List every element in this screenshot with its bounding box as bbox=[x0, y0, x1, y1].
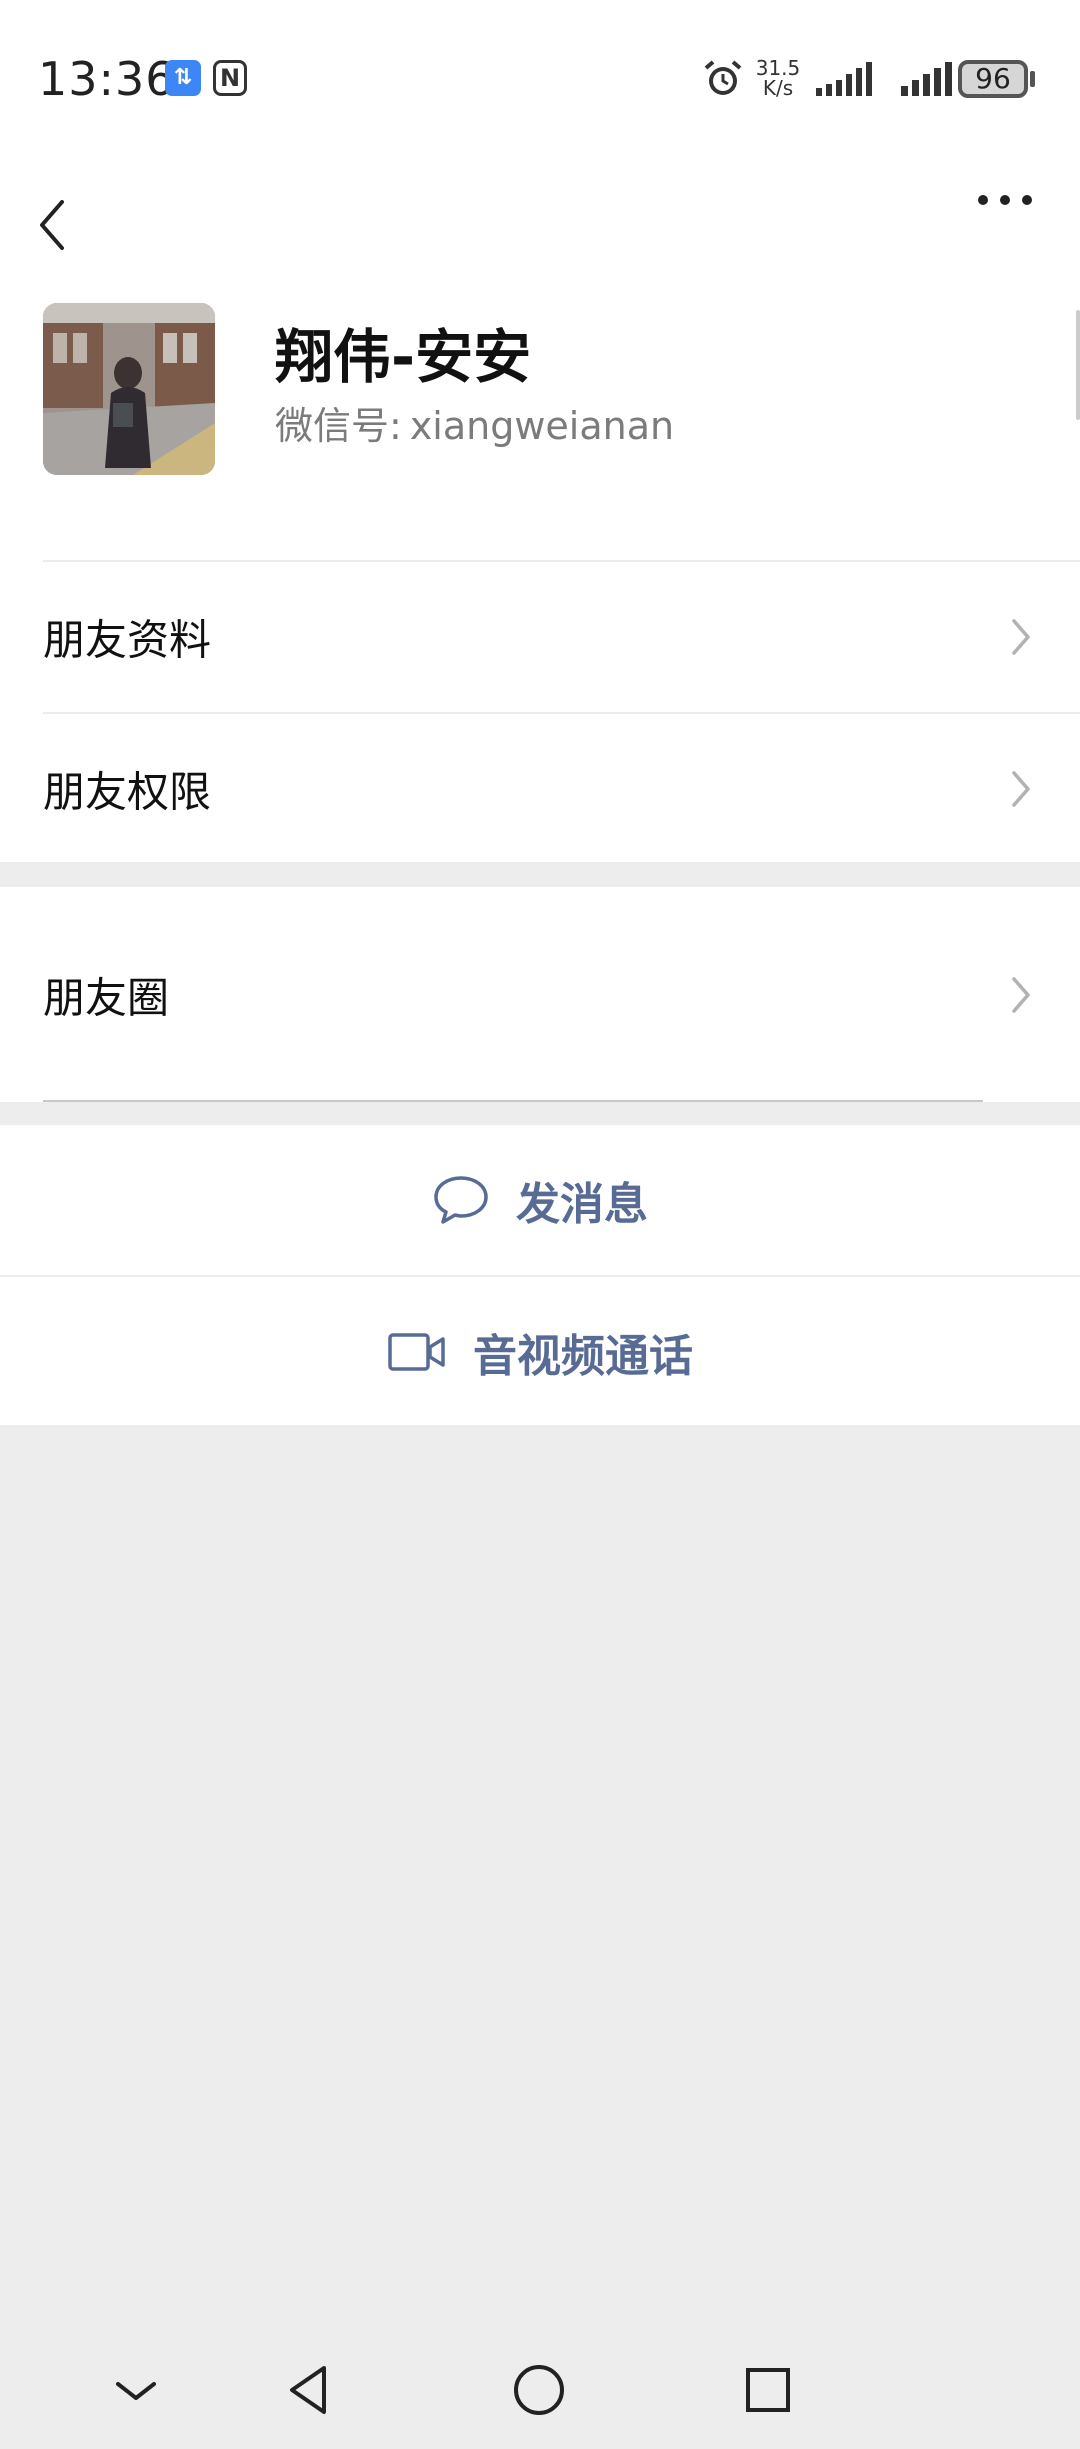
action-buttons: 发消息 音视频通话 bbox=[0, 1125, 1080, 1425]
alarm-icon bbox=[704, 60, 742, 95]
send-message-label: 发消息 bbox=[516, 1179, 648, 1230]
hide-keyboard-button[interactable] bbox=[106, 2360, 166, 2420]
chevron-right-icon bbox=[1012, 976, 1030, 1013]
friend-info-row[interactable]: 朋友资料 bbox=[0, 562, 1080, 712]
moments-group: 朋友圈 bbox=[0, 887, 1080, 1102]
network-speed-value: 31.5 bbox=[755, 56, 801, 80]
status-time: 13:36 bbox=[38, 52, 176, 106]
status-bar: 13:36 ⇅ N 31.5 K/s 96 bbox=[0, 0, 1080, 160]
signal-icon bbox=[816, 62, 872, 96]
network-speed: 31.5 K/s bbox=[752, 58, 804, 98]
avatar-image bbox=[43, 303, 215, 475]
scroll-indicator bbox=[1076, 310, 1080, 420]
send-message-button[interactable]: 发消息 bbox=[0, 1125, 1080, 1275]
profile-header: 翔伟-安安 微信号: xiangweianan bbox=[0, 250, 1080, 560]
friend-permissions-row[interactable]: 朋友权限 bbox=[0, 714, 1080, 864]
video-camera-icon bbox=[388, 1333, 445, 1371]
system-nav-bar bbox=[0, 2330, 1080, 2449]
wechat-id-value: xiangweianan bbox=[409, 404, 675, 448]
moments-row[interactable]: 朋友圈 bbox=[0, 887, 1080, 1102]
divider bbox=[43, 1100, 983, 1102]
more-options-button[interactable] bbox=[970, 180, 1040, 220]
battery-indicator: 96 bbox=[958, 60, 1028, 98]
data-transfer-icon: ⇅ bbox=[165, 60, 201, 96]
chevron-right-icon bbox=[1012, 771, 1030, 807]
avatar[interactable] bbox=[43, 303, 215, 475]
nfc-icon: N bbox=[213, 60, 247, 96]
moments-label: 朋友圈 bbox=[43, 973, 170, 1022]
chevron-right-icon bbox=[1012, 619, 1030, 655]
system-back-button[interactable] bbox=[280, 2360, 340, 2420]
recent-apps-button[interactable] bbox=[738, 2360, 798, 2420]
wechat-id-label: 微信号: bbox=[275, 404, 402, 448]
audio-video-call-button[interactable]: 音视频通话 bbox=[0, 1277, 1080, 1427]
network-speed-unit: K/s bbox=[762, 76, 794, 100]
audio-video-call-label: 音视频通话 bbox=[473, 1331, 693, 1382]
chat-bubble-icon bbox=[434, 1176, 488, 1224]
battery-tip bbox=[1030, 71, 1035, 87]
contact-name: 翔伟-安安 bbox=[275, 323, 532, 391]
friend-permissions-label: 朋友权限 bbox=[43, 767, 212, 817]
friend-settings-group: 朋友资料 朋友权限 bbox=[0, 560, 1080, 862]
friend-info-label: 朋友资料 bbox=[43, 615, 212, 665]
signal-icon-secondary bbox=[901, 62, 952, 96]
wechat-id: 微信号: xiangweianan bbox=[275, 395, 674, 450]
home-button[interactable] bbox=[509, 2360, 569, 2420]
